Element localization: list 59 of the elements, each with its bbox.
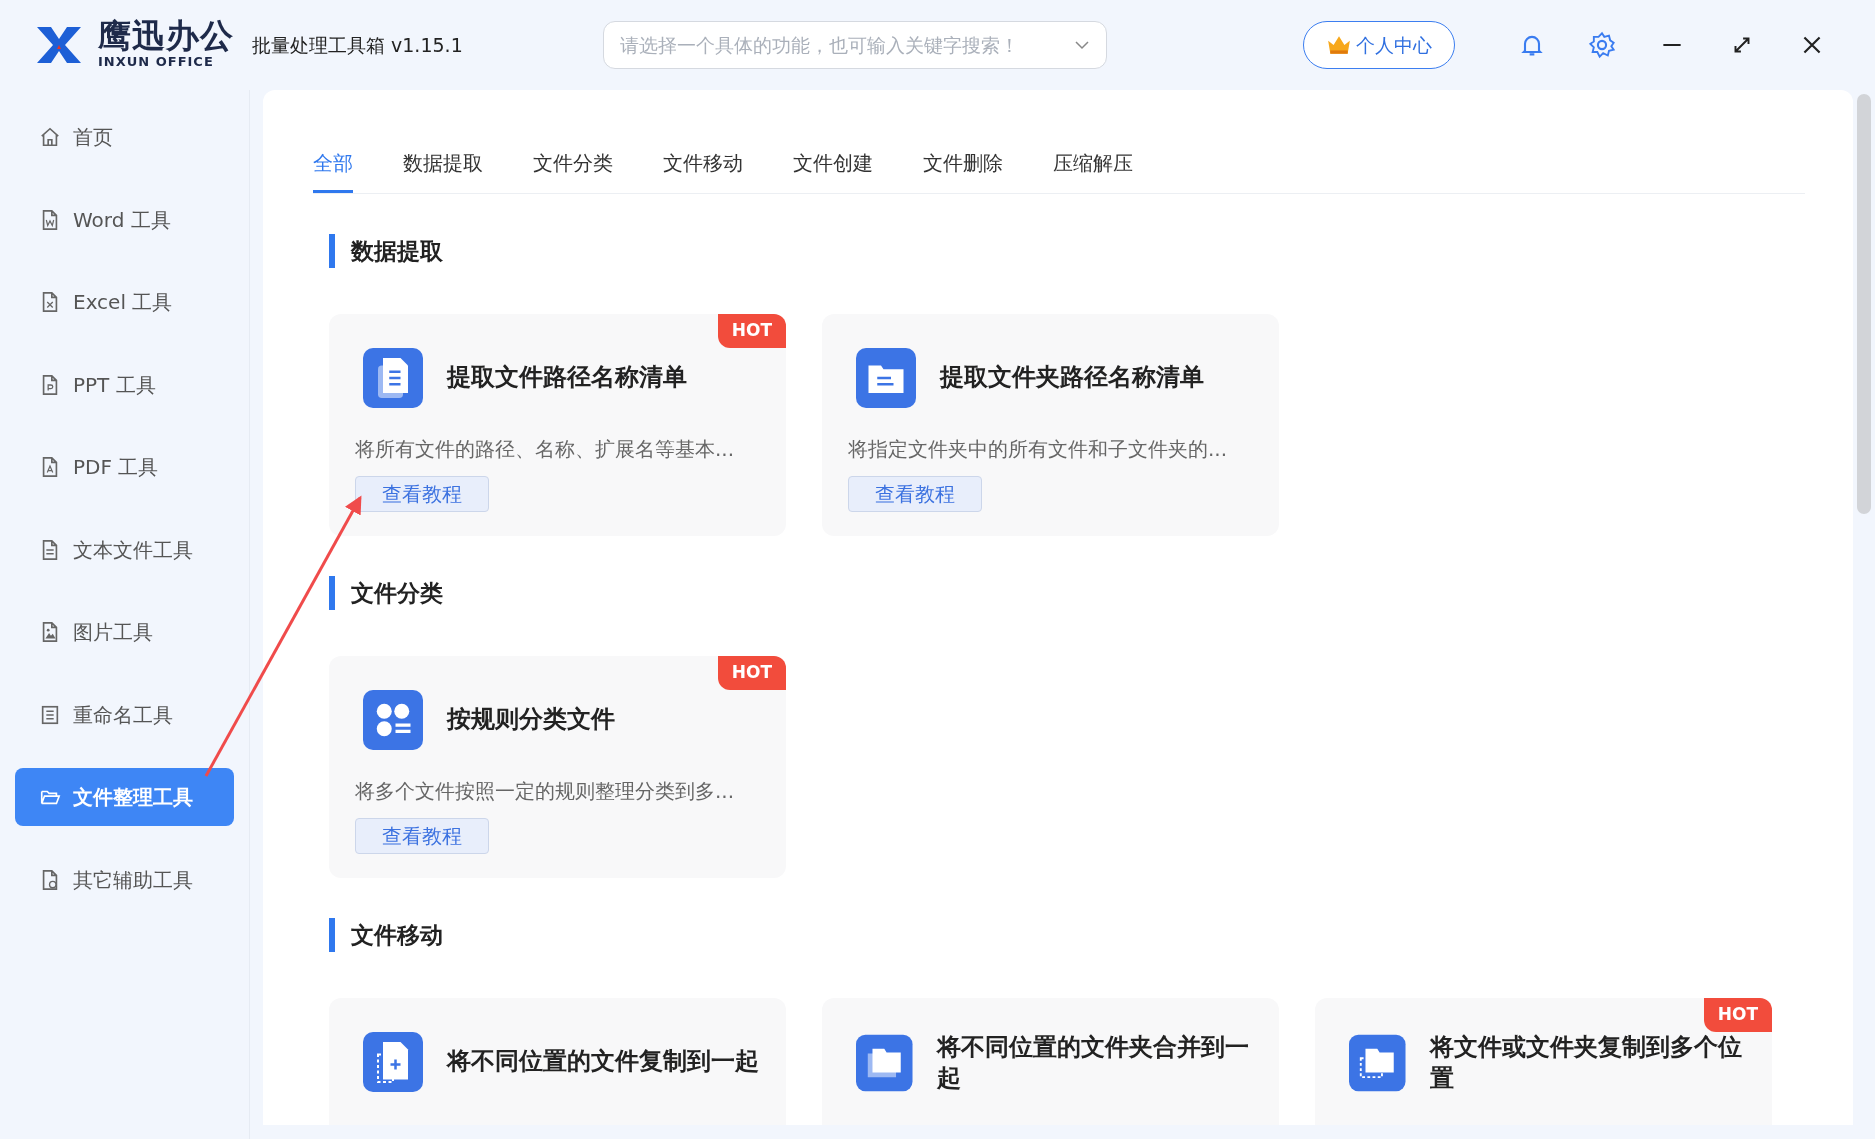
file-list-icon <box>363 348 423 408</box>
search-field[interactable]: 请选择一个具体的功能，也可输入关键字搜索！ <box>602 21 1107 69</box>
sidebar-item[interactable]: 文本文件工具 <box>15 520 234 579</box>
brand-subtitle: INXUN OFFICE <box>98 52 215 71</box>
folder-list-icon <box>856 348 916 408</box>
hot-badge: HOT <box>1703 998 1772 1032</box>
app-title: 批量处理工具箱 v1.15.1 <box>252 32 463 58</box>
card-title: 将文件或文件夹复制到多个位置 <box>1429 1032 1743 1095</box>
hot-badge: HOT <box>717 656 786 690</box>
home-icon <box>39 126 61 148</box>
tab[interactable]: 文件创建 <box>793 148 873 193</box>
tool-card[interactable]: HOT 按规则分类文件 将多个文件按照一定的规则整理分类到多... 查看教程 <box>329 656 786 878</box>
list-icon <box>39 703 61 726</box>
card-title: 提取文件夹路径名称清单 <box>940 362 1204 394</box>
tab[interactable]: 文件移动 <box>663 148 743 193</box>
card-title: 将不同位置的文件夹合并到一起 <box>936 1032 1250 1095</box>
brand-name: 鹰迅办公 <box>98 18 234 52</box>
tab[interactable]: 文件删除 <box>923 148 1003 193</box>
sidebar-item[interactable]: 其它辅助工具 <box>15 850 234 909</box>
sidebar-item[interactable]: 图片工具 <box>15 603 234 661</box>
grid-icon <box>363 690 423 750</box>
sidebar-item[interactable]: Excel 工具 <box>15 273 234 331</box>
sidebar-item[interactable]: 首页 <box>15 108 234 166</box>
file-add-icon <box>363 1032 423 1092</box>
tab[interactable]: 全部 <box>313 148 353 193</box>
scrollbar-thumb[interactable] <box>1857 94 1871 514</box>
tutorial-button[interactable]: 查看教程 <box>355 818 489 854</box>
card-description: 将指定文件夹中的所有文件和子文件夹的... <box>848 436 1229 463</box>
card-description: 将所有文件的路径、名称、扩展名等基本... <box>355 436 736 463</box>
tutorial-button[interactable]: 查看教程 <box>355 476 489 512</box>
tab[interactable]: 文件分类 <box>533 148 613 193</box>
sidebar-item[interactable]: 文件整理工具 <box>15 768 234 826</box>
section-title: 数据提取 <box>351 236 443 266</box>
card-title: 按规则分类文件 <box>447 704 615 736</box>
folders-icon <box>856 1033 913 1094</box>
hot-badge: HOT <box>717 314 786 348</box>
card-description: 将多个文件按照一定的规则整理分类到多... <box>355 778 736 805</box>
section-marker <box>329 576 335 610</box>
tab[interactable]: 数据提取 <box>403 148 483 193</box>
tutorial-button[interactable]: 查看教程 <box>848 476 982 512</box>
sidebar-item[interactable]: 重命名工具 <box>15 685 234 744</box>
tab[interactable]: 压缩解压 <box>1053 148 1133 193</box>
section-title: 文件分类 <box>351 578 443 608</box>
tool-card[interactable]: 将不同位置的文件复制到一起 <box>329 998 786 1125</box>
tool-card[interactable]: HOT 将文件或文件夹复制到多个位置 <box>1315 998 1772 1125</box>
user-center-button[interactable]: 个人中心 <box>1303 21 1455 69</box>
tool-card[interactable]: HOT 提取文件路径名称清单 将所有文件的路径、名称、扩展名等基本... 查看教程 <box>329 314 786 536</box>
sidebar-item[interactable]: PDF 工具 <box>15 438 234 496</box>
card-title: 将不同位置的文件复制到一起 <box>447 1046 759 1078</box>
settings-icon[interactable] <box>1588 31 1616 59</box>
tool-card[interactable]: 提取文件夹路径名称清单 将指定文件夹中的所有文件和子文件夹的... 查看教程 <box>822 314 1279 536</box>
sidebar-item[interactable]: Word 工具 <box>15 190 234 249</box>
section-title: 文件移动 <box>351 920 443 950</box>
section-marker <box>329 918 335 952</box>
sidebar-item[interactable]: PPT 工具 <box>15 355 234 414</box>
card-title: 提取文件路径名称清单 <box>447 362 687 394</box>
folder-copy-icon <box>1349 1033 1406 1094</box>
tool-card[interactable]: 将不同位置的文件夹合并到一起 <box>822 998 1279 1125</box>
section-marker <box>329 234 335 268</box>
